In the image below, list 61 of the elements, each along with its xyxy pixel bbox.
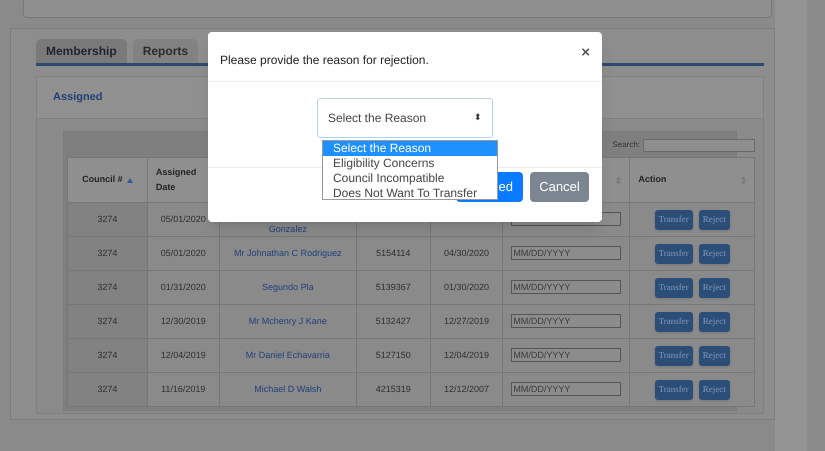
tab[interactable]: Membership xyxy=(36,39,127,63)
table-cell: 3274 xyxy=(97,350,118,360)
table-cell: 12/04/2019 xyxy=(444,350,489,360)
date-input[interactable]: MM/DD/YYYY xyxy=(511,382,622,396)
column-header[interactable]: Action xyxy=(638,173,666,187)
member-name-link[interactable]: Segundo Pla xyxy=(262,282,314,292)
reason-select[interactable]: Select the Reason ⬍ xyxy=(317,98,493,138)
cancel-button[interactable]: Cancel xyxy=(530,172,589,202)
dropdown-option[interactable]: Does Not Want To Transfer xyxy=(323,186,497,201)
table-cell: 5139367 xyxy=(376,282,411,292)
table-cell: 12/30/2019 xyxy=(160,316,206,326)
table-cell: 12/27/2019 xyxy=(444,316,489,326)
table-cell: 3274 xyxy=(97,316,118,326)
reject-button[interactable]: Reject xyxy=(698,244,730,264)
dropdown-option[interactable]: Council Incompatible xyxy=(323,171,497,186)
table-cell: 3274 xyxy=(97,384,118,394)
search-label: Search: xyxy=(612,139,640,151)
table-cell: 01/31/2020 xyxy=(160,282,206,292)
date-input[interactable]: MM/DD/YYYY xyxy=(511,348,622,362)
table-cell: 3274 xyxy=(97,214,118,224)
dialog-title: Please provide the reason for rejection. xyxy=(220,52,429,68)
dropdown-option[interactable]: Select the Reason xyxy=(323,141,497,156)
table-cell: 12/04/2019 xyxy=(160,350,206,360)
transfer-button[interactable]: Transfer xyxy=(654,380,693,400)
reject-button[interactable]: Reject xyxy=(698,210,730,230)
table-cell: 3274 xyxy=(97,282,118,292)
table-cell: 05/01/2020 xyxy=(160,248,206,258)
reject-button[interactable]: Reject xyxy=(698,346,730,366)
date-input[interactable]: MM/DD/YYYY xyxy=(511,246,622,260)
table-cell: 01/30/2020 xyxy=(444,282,489,292)
tab[interactable]: Reports xyxy=(132,39,198,63)
sort-arrows-icon: ⬍ xyxy=(474,111,482,125)
member-name-link[interactable]: Mr Daniel Echavarria xyxy=(246,350,330,360)
table-cell: 04/30/2020 xyxy=(444,248,489,258)
reject-button[interactable]: Reject xyxy=(698,380,730,400)
member-name-link[interactable]: Mr Mchenry J Kane xyxy=(248,316,327,326)
reject-button[interactable]: Reject xyxy=(698,312,730,332)
table-cell: 5127150 xyxy=(376,350,411,360)
table-cell: 4215319 xyxy=(376,384,411,394)
date-input[interactable]: MM/DD/YYYY xyxy=(511,314,622,328)
transfer-button[interactable]: Transfer xyxy=(654,312,693,332)
transfer-button[interactable]: Transfer xyxy=(654,278,693,298)
table-cell: 05/01/2020 xyxy=(160,214,206,224)
member-name-link[interactable]: Michael D Walsh xyxy=(254,384,322,394)
search-field[interactable] xyxy=(643,138,755,152)
transfer-button[interactable]: Transfer xyxy=(654,210,693,230)
table-cell: 3274 xyxy=(97,248,118,258)
close-button[interactable]: × xyxy=(581,42,590,65)
transfer-button[interactable]: Transfer xyxy=(654,244,693,264)
table-cell: 5132427 xyxy=(376,316,411,326)
section-title: Assigned xyxy=(53,90,103,106)
column-header[interactable]: Council # xyxy=(82,173,123,187)
reject-button[interactable]: Reject xyxy=(698,278,730,298)
transfer-button[interactable]: Transfer xyxy=(654,346,693,366)
sort-up-icon xyxy=(126,178,133,182)
table-cell: 11/16/2019 xyxy=(161,384,206,394)
dropdown-option[interactable]: Eligibility Concerns xyxy=(323,156,497,171)
table-cell: 5154114 xyxy=(376,248,410,258)
date-input[interactable]: MM/DD/YYYY xyxy=(511,280,622,294)
member-name-link[interactable]: Gonzalez xyxy=(268,224,307,234)
table-cell: 12/12/2007 xyxy=(444,384,489,394)
